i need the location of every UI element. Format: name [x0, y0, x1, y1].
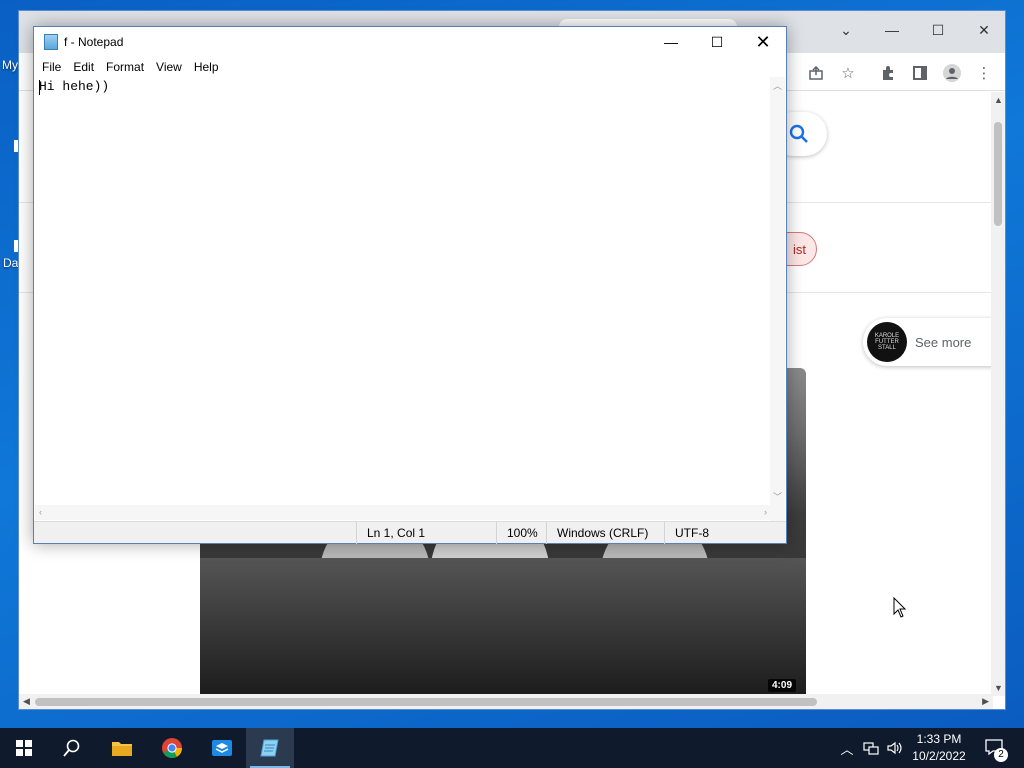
editor-horizontal-scrollbar[interactable]: ‹ › — [35, 505, 771, 520]
scroll-left-icon[interactable]: ◀ — [23, 696, 30, 707]
file-explorer-icon — [112, 742, 132, 756]
horizontal-scrollbar[interactable]: ◀ ▶ — [19, 694, 993, 709]
close-button[interactable]: ✕ — [961, 15, 1005, 45]
taskbar-search-button[interactable] — [48, 728, 96, 768]
sandbox-taskbar-button[interactable] — [198, 728, 246, 768]
share-icon[interactable] — [805, 62, 827, 84]
scrollbar-thumb[interactable] — [994, 122, 1002, 226]
document-text[interactable]: Hi hehe)) — [39, 79, 109, 94]
video-car — [200, 558, 806, 694]
scroll-right-icon[interactable]: ▶ — [982, 696, 989, 707]
side-panel-icon[interactable] — [909, 62, 931, 84]
chrome-icon — [162, 738, 183, 758]
sandbox-icon — [212, 740, 232, 756]
notepad-taskbar-button[interactable] — [246, 728, 294, 768]
maximize-button[interactable]: ☐ — [915, 15, 961, 45]
scroll-up-icon[interactable]: ▲ — [994, 95, 1003, 105]
close-button[interactable]: ✕ — [740, 27, 786, 57]
clock-time: 1:33 PM — [916, 732, 962, 746]
scroll-down-icon[interactable]: ﹀ — [773, 490, 782, 503]
tab-search-icon[interactable]: ⌄ — [823, 15, 869, 45]
text-editor[interactable]: Hi hehe)) — [35, 77, 771, 531]
see-more-button[interactable]: KAROLE FUTTER STALL See more — [863, 318, 993, 366]
line-ending: Windows (CRLF) — [546, 522, 664, 544]
scroll-right-icon[interactable]: › — [764, 507, 767, 517]
clock-date: 10/2/2022 — [912, 749, 966, 763]
search-icon — [63, 739, 80, 757]
menu-bar: File Edit Format View Help — [34, 57, 786, 77]
search-icon — [789, 124, 808, 143]
notepad-icon — [44, 34, 58, 50]
file-explorer-button[interactable] — [98, 728, 146, 768]
notepad-icon — [260, 739, 279, 757]
scroll-left-icon[interactable]: ‹ — [39, 507, 42, 517]
menu-format[interactable]: Format — [100, 57, 150, 77]
desktop-icon-label[interactable]: My — [2, 58, 18, 72]
channel-avatar: KAROLE FUTTER STALL — [867, 322, 907, 362]
taskbar: ︿ 1:33 PM 10/2/2022 2 — [0, 728, 1024, 768]
scrollbar-thumb[interactable] — [35, 698, 817, 706]
scroll-up-icon[interactable]: ︿ — [773, 79, 782, 92]
chrome-menu-icon[interactable]: ⋮ — [973, 62, 995, 84]
chrome-taskbar-button[interactable] — [148, 728, 196, 768]
scroll-down-icon[interactable]: ▼ — [994, 683, 1003, 693]
editor-vertical-scrollbar[interactable]: ︿ ﹀ — [770, 77, 785, 531]
extensions-icon[interactable] — [877, 62, 899, 84]
notification-count-badge: 2 — [994, 748, 1008, 762]
show-hidden-icons-icon[interactable]: ︿ — [836, 728, 858, 768]
mouse-cursor-icon — [893, 597, 907, 618]
start-icon — [16, 740, 32, 756]
desktop-icon-label[interactable]: Da — [3, 256, 18, 270]
cursor-position: Ln 1, Col 1 — [356, 522, 496, 544]
encoding: UTF-8 — [664, 522, 786, 544]
window-title: f - Notepad — [64, 35, 124, 49]
status-bar: Ln 1, Col 1 100% Windows (CRLF) UTF-8 — [34, 521, 786, 544]
system-clock[interactable]: 1:33 PM 10/2/2022 — [900, 731, 978, 765]
zoom-level: 100% — [496, 522, 546, 544]
start-button[interactable] — [0, 728, 48, 768]
network-icon[interactable] — [860, 728, 882, 768]
menu-file[interactable]: File — [36, 57, 67, 77]
text-caret — [39, 80, 40, 95]
video-duration: 4:09 — [767, 679, 796, 692]
profile-avatar-icon[interactable] — [941, 62, 963, 84]
notepad-titlebar[interactable]: f - Notepad — ☐ ✕ — [34, 27, 786, 57]
maximize-button[interactable]: ☐ — [694, 27, 740, 57]
menu-help[interactable]: Help — [188, 57, 225, 77]
see-more-label: See more — [915, 334, 972, 350]
minimize-button[interactable]: — — [869, 15, 915, 45]
bookmark-star-icon[interactable]: ☆ — [837, 62, 859, 84]
menu-edit[interactable]: Edit — [67, 57, 100, 77]
menu-view[interactable]: View — [150, 57, 188, 77]
minimize-button[interactable]: — — [648, 27, 694, 57]
vertical-scrollbar[interactable]: ▲ ▼ — [991, 92, 1005, 696]
action-center-button[interactable]: 2 — [980, 728, 1010, 768]
notepad-window[interactable]: f - Notepad — ☐ ✕ File Edit Format View … — [33, 26, 787, 544]
